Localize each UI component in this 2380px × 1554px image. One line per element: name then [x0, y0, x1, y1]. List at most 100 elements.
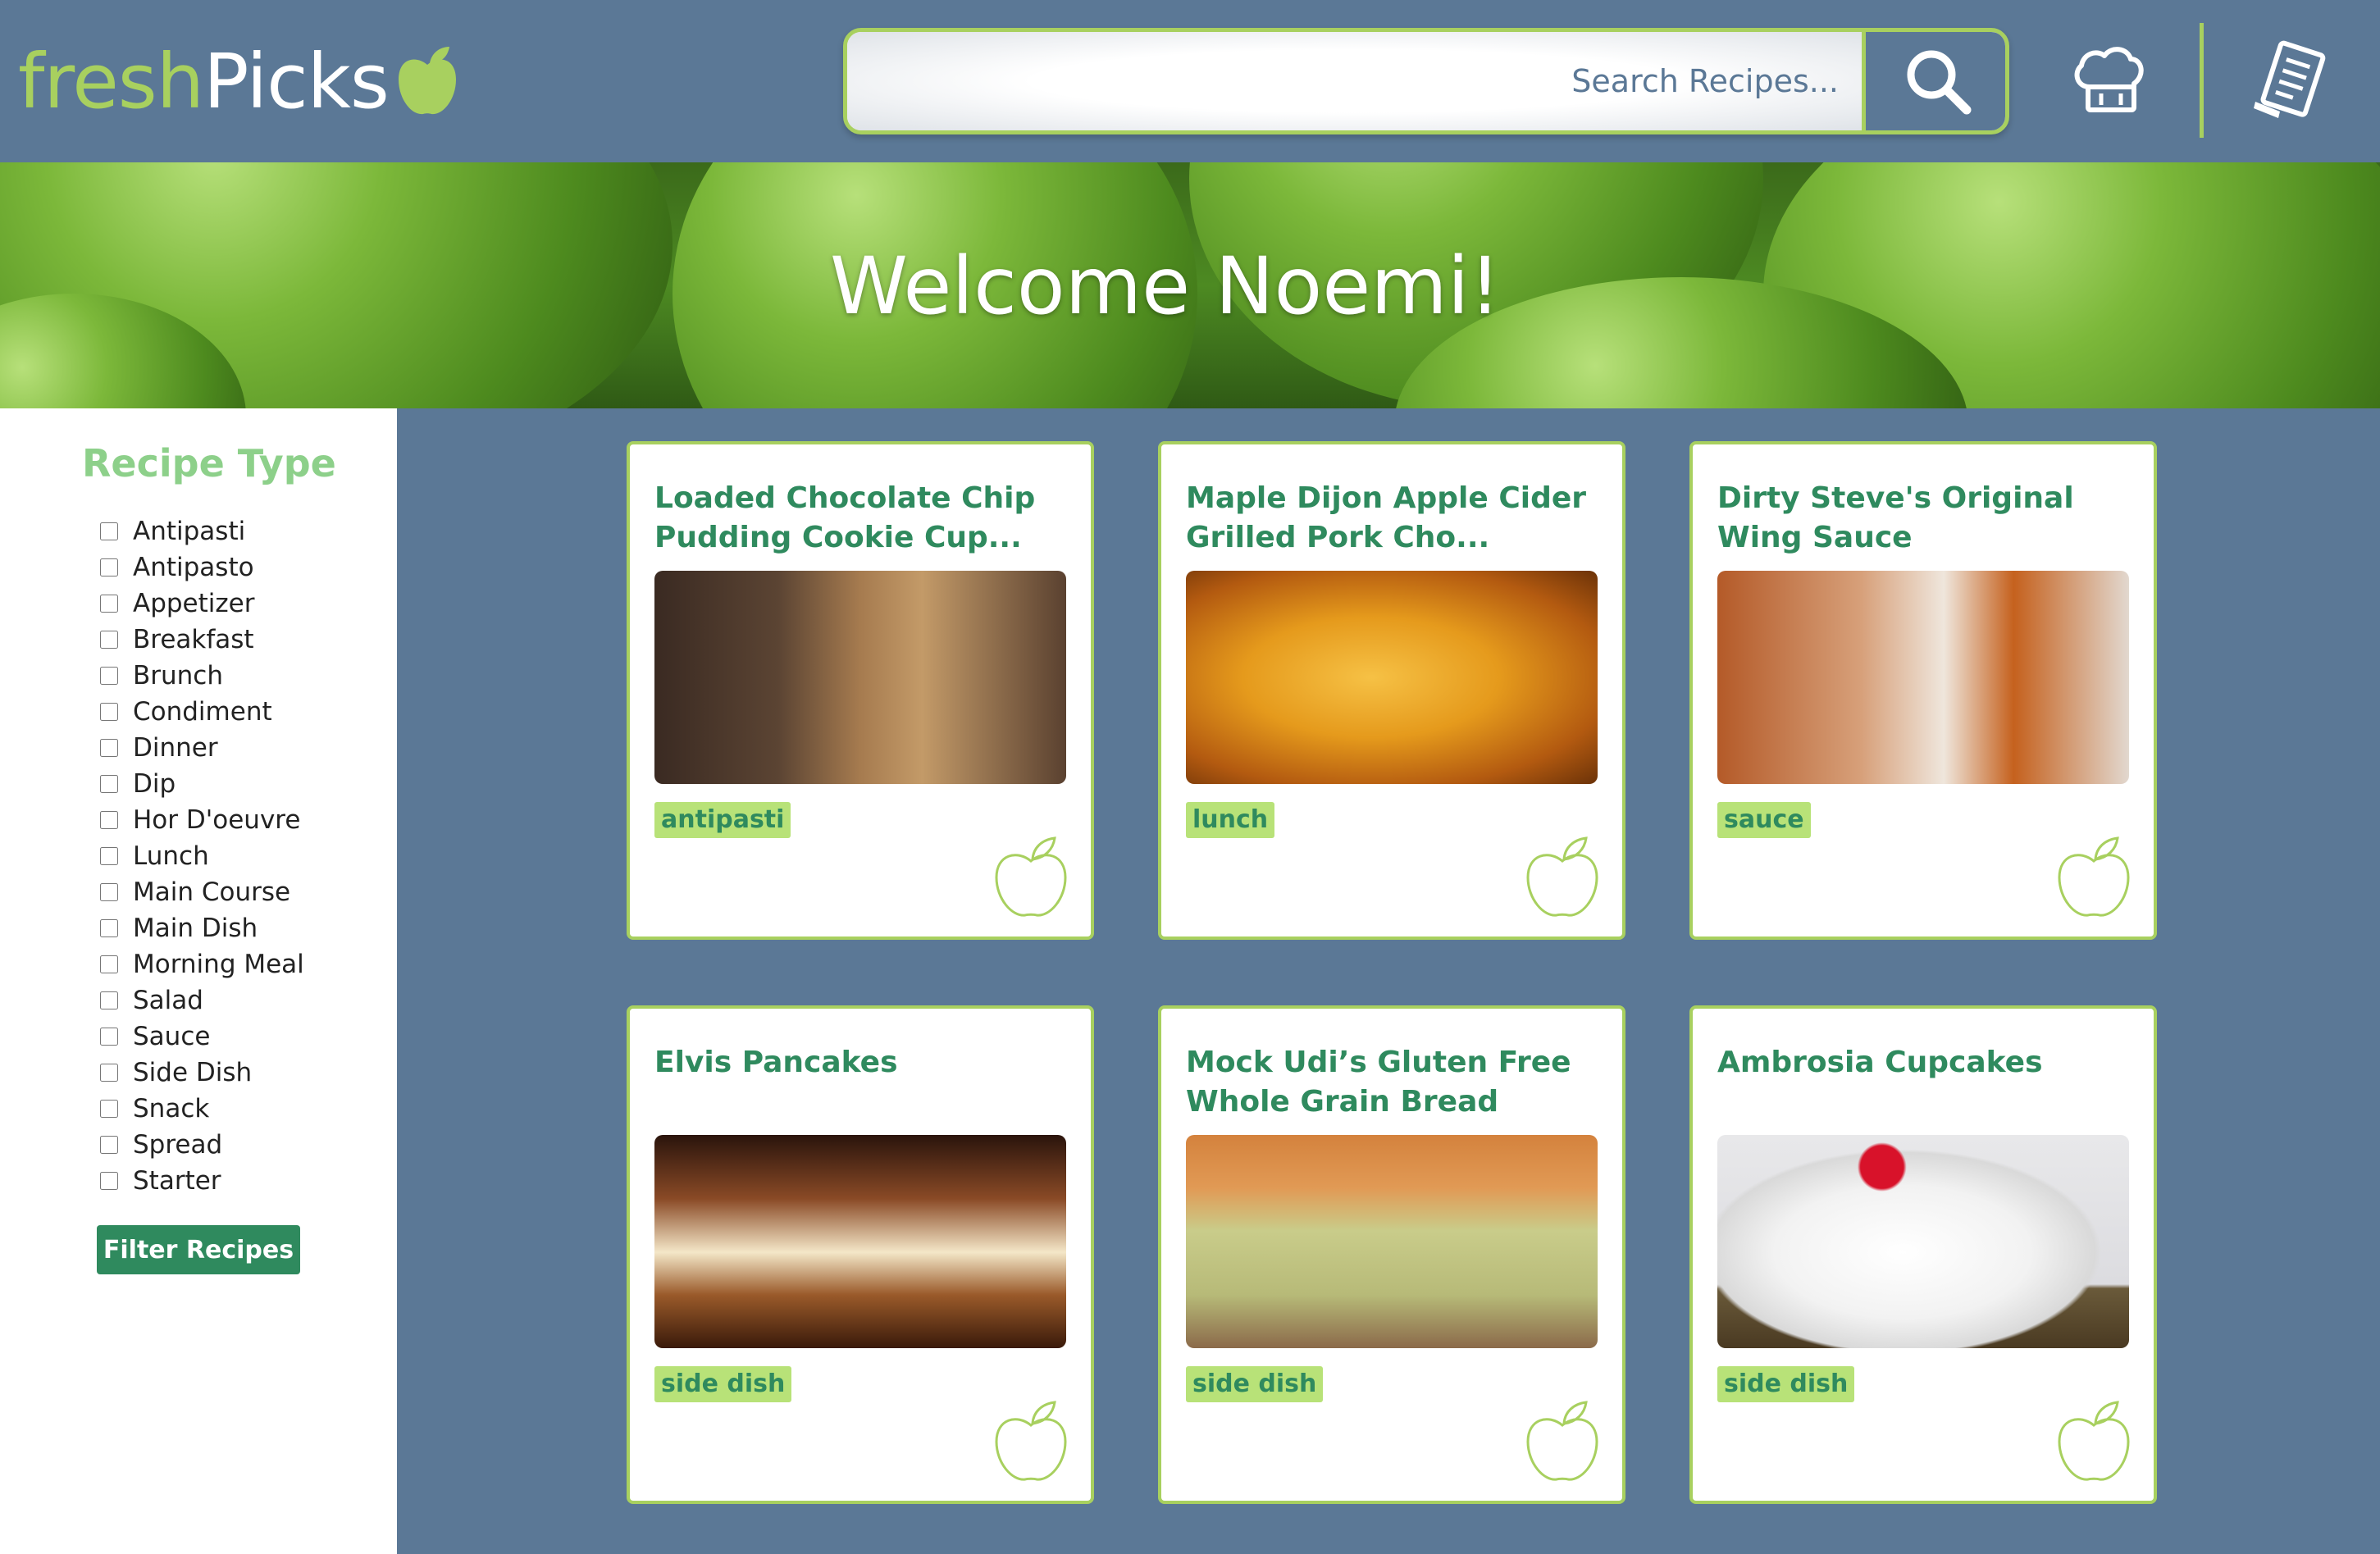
- recipe-title[interactable]: Ambrosia Cupcakes: [1717, 1043, 2136, 1082]
- filter-option[interactable]: Dip: [100, 766, 304, 802]
- recipe-type-heading: Recipe Type: [82, 441, 336, 485]
- search-input[interactable]: [847, 32, 1862, 130]
- recipe-title[interactable]: Mock Udi’s Gluten Free Whole Grain Bread: [1186, 1043, 1604, 1122]
- filter-checkbox[interactable]: [100, 1136, 118, 1154]
- filter-checkbox[interactable]: [100, 703, 118, 721]
- recipe-list-icon: [2254, 40, 2326, 118]
- recipe-card[interactable]: Maple Dijon Apple Cider Grilled Pork Cho…: [1158, 441, 1625, 940]
- recipe-title[interactable]: Elvis Pancakes: [654, 1043, 1073, 1082]
- apple-icon: [398, 47, 456, 115]
- recipe-image[interactable]: [1717, 571, 2129, 784]
- recipe-image[interactable]: [1186, 1135, 1598, 1348]
- filter-option[interactable]: Condiment: [100, 694, 304, 730]
- filter-checkbox[interactable]: [100, 955, 118, 973]
- recipe-tag: antipasti: [654, 802, 791, 838]
- filter-checkbox[interactable]: [100, 775, 118, 793]
- filter-option[interactable]: Antipasto: [100, 549, 304, 586]
- apple-outline-icon[interactable]: [992, 1399, 1069, 1484]
- filter-checkbox[interactable]: [100, 667, 118, 685]
- recipe-tag: sauce: [1717, 802, 1811, 838]
- filter-option[interactable]: Main Course: [100, 874, 304, 910]
- apple-outline-icon[interactable]: [1524, 835, 1601, 920]
- filter-option[interactable]: Breakfast: [100, 622, 304, 658]
- search-button[interactable]: [1862, 32, 2005, 130]
- filter-checkbox[interactable]: [100, 1064, 118, 1082]
- recipe-card[interactable]: Ambrosia Cupcakes side dish: [1689, 1005, 2157, 1504]
- search-icon: [1907, 50, 1971, 115]
- welcome-heading: Welcome Noemi!: [830, 240, 1501, 332]
- recipe-image[interactable]: [1717, 1135, 2129, 1348]
- recipe-card[interactable]: Mock Udi’s Gluten Free Whole Grain Bread…: [1158, 1005, 1625, 1504]
- recipe-card[interactable]: Dirty Steve's Original Wing Sauce sauce: [1689, 441, 2157, 940]
- filter-label: Main Dish: [133, 914, 258, 943]
- filter-option[interactable]: Hor D'oeuvre: [100, 802, 304, 838]
- recipe-tag: side dish: [1186, 1366, 1324, 1402]
- recipe-title[interactable]: Maple Dijon Apple Cider Grilled Pork Cho…: [1186, 479, 1604, 558]
- filter-option[interactable]: Starter: [100, 1163, 304, 1199]
- recipe-card[interactable]: Elvis Pancakes side dish: [627, 1005, 1094, 1504]
- filter-checkbox[interactable]: [100, 1172, 118, 1190]
- filter-checkbox[interactable]: [100, 631, 118, 649]
- filter-label: Side Dish: [133, 1058, 253, 1087]
- filter-checkbox[interactable]: [100, 991, 118, 1009]
- recipe-image[interactable]: [1186, 571, 1598, 784]
- filter-label: Dinner: [133, 733, 218, 763]
- filter-label: Lunch: [133, 841, 209, 871]
- filter-checkbox[interactable]: [100, 595, 118, 613]
- filter-option[interactable]: Lunch: [100, 838, 304, 874]
- recipe-image[interactable]: [654, 571, 1066, 784]
- filter-checkbox[interactable]: [100, 883, 118, 901]
- filter-option[interactable]: Snack: [100, 1091, 304, 1127]
- recipe-tag: lunch: [1186, 802, 1275, 838]
- recipe-tag: side dish: [654, 1366, 792, 1402]
- filter-label: Dip: [133, 769, 176, 799]
- filter-checkbox[interactable]: [100, 558, 118, 576]
- chef-hat-button[interactable]: [2067, 39, 2149, 121]
- recipe-list-button[interactable]: [2247, 36, 2337, 126]
- filter-label: Antipasti: [133, 517, 246, 546]
- apple-outline-icon[interactable]: [2055, 835, 2132, 920]
- filter-option[interactable]: Spread: [100, 1127, 304, 1163]
- filter-label: Main Course: [133, 877, 291, 907]
- filter-checkbox[interactable]: [100, 739, 118, 757]
- filter-checkbox[interactable]: [100, 1028, 118, 1046]
- filter-recipes-button[interactable]: Filter Recipes: [97, 1225, 300, 1274]
- filter-label: Antipasto: [133, 553, 254, 582]
- recipe-title[interactable]: Dirty Steve's Original Wing Sauce: [1717, 479, 2136, 558]
- filter-checkbox[interactable]: [100, 522, 118, 540]
- search-bar: [843, 28, 2009, 134]
- recipe-card[interactable]: Loaded Chocolate Chip Pudding Cookie Cup…: [627, 441, 1094, 940]
- filter-option[interactable]: Salad: [100, 982, 304, 1019]
- filter-label: Starter: [133, 1166, 221, 1196]
- filter-option[interactable]: Appetizer: [100, 586, 304, 622]
- filter-option[interactable]: Antipasti: [100, 513, 304, 549]
- filter-label: Snack: [133, 1094, 210, 1123]
- header: fresh Picks: [0, 0, 2380, 162]
- filter-checkbox[interactable]: [100, 811, 118, 829]
- apple-outline-icon[interactable]: [2055, 1399, 2132, 1484]
- filter-checkbox[interactable]: [100, 1100, 118, 1118]
- filter-option[interactable]: Main Dish: [100, 910, 304, 946]
- chef-hat-icon: [2074, 47, 2144, 112]
- filter-checkbox[interactable]: [100, 919, 118, 937]
- filter-option[interactable]: Dinner: [100, 730, 304, 766]
- apple-outline-icon[interactable]: [992, 835, 1069, 920]
- filter-label: Appetizer: [133, 589, 255, 618]
- filter-option[interactable]: Brunch: [100, 658, 304, 694]
- filter-option[interactable]: Morning Meal: [100, 946, 304, 982]
- logo-picks-text: Picks: [203, 37, 390, 125]
- filter-option[interactable]: Sauce: [100, 1019, 304, 1055]
- filter-option[interactable]: Side Dish: [100, 1055, 304, 1091]
- recipe-tag: side dish: [1717, 1366, 1855, 1402]
- filter-label: Condiment: [133, 697, 272, 727]
- apple-outline-icon[interactable]: [1524, 1399, 1601, 1484]
- logo-fresh-text: fresh: [18, 37, 204, 125]
- header-divider: [2200, 23, 2204, 138]
- filter-label: Salad: [133, 986, 203, 1015]
- filter-label: Sauce: [133, 1022, 211, 1051]
- recipe-image[interactable]: [654, 1135, 1066, 1348]
- filter-checkbox[interactable]: [100, 847, 118, 865]
- logo[interactable]: fresh Picks: [18, 36, 459, 126]
- hero-banner: Welcome Noemi!: [0, 162, 2380, 408]
- recipe-title[interactable]: Loaded Chocolate Chip Pudding Cookie Cup…: [654, 479, 1073, 558]
